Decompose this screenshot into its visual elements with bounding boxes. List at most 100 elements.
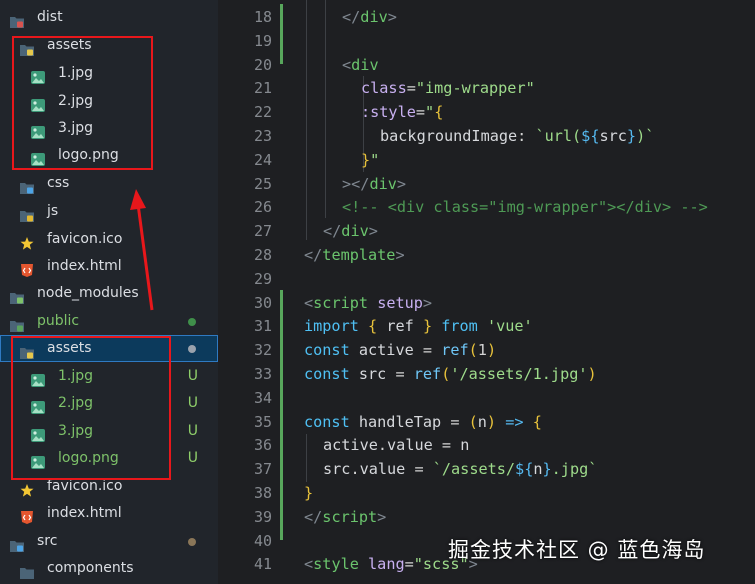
code-token: src [599,127,627,145]
code-line[interactable]: 25 ></div> [218,172,755,196]
code-line[interactable]: 30 <script setup> [218,291,755,315]
code-token: } [542,460,552,479]
code-token: template [322,246,396,264]
html-file-icon [20,260,34,277]
star-icon [20,233,34,250]
code-token: .jpg` [551,460,598,479]
code-token: } [304,484,314,502]
code-line[interactable]: 26 <!-- <div class="img-wrapper"></div> -… [218,195,755,219]
line-number: 21 [253,79,272,98]
code-line[interactable]: 19 [218,29,755,53]
line-number: 24 [253,150,272,169]
code-token: div [360,8,388,26]
code-token: setup [377,293,423,312]
code-text: class="img-wrapper" [361,76,535,100]
code-token: ) [486,412,497,431]
code-line[interactable]: 39 </script> [218,505,755,529]
code-token: = [404,555,414,574]
code-text: </script> [304,505,386,529]
line-number: 40 [253,531,272,550]
code-token: ( [468,412,478,431]
code-token: :style [361,103,416,122]
star-icon [20,480,34,497]
code-token: } [626,127,637,145]
tree-item[interactable]: index.html [0,500,218,527]
code-token: const [304,412,350,431]
code-line[interactable]: 22:style="{ [218,100,755,124]
watermark-text: 掘金技术社区 @ 蓝色海岛 [448,538,706,562]
line-number: 34 [253,388,272,407]
code-token: '/assets/1.jpg' [450,365,588,383]
tree-item-label: components [47,560,134,576]
code-line[interactable]: 34 [218,386,755,410]
code-token: } [361,150,371,169]
code-text: const handleTap = (n) => { [304,410,542,434]
code-token: `/assets/ [432,460,516,479]
code-token: </ [304,246,323,264]
code-line[interactable]: 36 active.value = n [218,433,755,457]
code-token: > [342,174,352,193]
line-number: 26 [253,198,272,217]
code-token: const [304,341,350,360]
tree-item[interactable]: node_modules [0,280,218,307]
tree-item[interactable]: public [0,308,218,335]
tree-item-label: index.html [47,258,122,274]
code-token: . [350,460,360,479]
line-number: 22 [253,103,272,122]
tree-item[interactable]: components [0,555,218,582]
code-token: handleTap [358,412,442,431]
code-token: </ [351,174,370,193]
code-line[interactable]: 37 src.value = `/assets/${n}.jpg` [218,457,755,481]
tree-item[interactable]: src [0,528,218,555]
line-number: 30 [253,293,272,312]
tree-item[interactable]: css [0,170,218,197]
code-line[interactable]: 29 [218,267,755,291]
code-token: )` [636,127,655,145]
code-text: ></div> [342,172,406,196]
code-editor[interactable]: 18 </div> 19 20 <div 21 class="img-wrapper" 22:… [218,0,755,584]
code-token: `url( [535,127,582,145]
tree-item-label: favicon.ico [47,231,123,247]
code-line[interactable]: 38} [218,481,755,505]
code-token: ${ [581,127,600,145]
node-folder-icon [10,287,24,304]
code-line[interactable]: 35 const handleTap = (n) => { [218,410,755,434]
code-line[interactable]: 24}" [218,148,755,172]
line-number: 18 [253,8,272,26]
line-number: 25 [253,174,272,193]
code-line[interactable]: 28 </template> [218,243,755,267]
code-line[interactable]: 18 </div> [218,5,755,29]
code-token: = [415,103,426,122]
code-token: ref [441,341,469,360]
code-text: <!-- <div class="img-wrapper"></div> --> [342,195,708,219]
code-token: div [351,55,379,74]
tree-item[interactable]: dist [0,4,218,31]
line-number: 31 [253,317,272,336]
code-text: const active = ref(1) [304,338,496,362]
code-token: n [477,412,487,431]
code-line[interactable]: 20 <div [218,53,755,77]
code-text: <div [342,53,379,77]
code-token: ( [468,341,478,360]
code-token: ) [486,341,497,360]
tree-item[interactable]: favicon.ico [0,226,218,253]
code-token: } [422,317,433,336]
code-token: lang [368,555,405,574]
code-line[interactable]: 33 const src = ref('/assets/1.jpg') [218,362,755,386]
tree-item[interactable]: index.html [0,253,218,280]
code-token: : [517,127,536,145]
code-line[interactable]: 23 backgroundImage: `url(${src})` [218,124,755,148]
line-number: 36 [253,436,272,455]
tree-item-label: js [47,203,59,219]
code-token: src [358,365,387,383]
tree-item[interactable]: js [0,198,218,225]
code-token: > [368,222,378,241]
code-line[interactable]: 21 class="img-wrapper" [218,76,755,100]
code-line[interactable]: 32 const active = ref(1) [218,338,755,362]
code-line[interactable]: 27 </div> [218,219,755,243]
code-line[interactable]: 31 import { ref } from 'vue' [218,314,755,338]
